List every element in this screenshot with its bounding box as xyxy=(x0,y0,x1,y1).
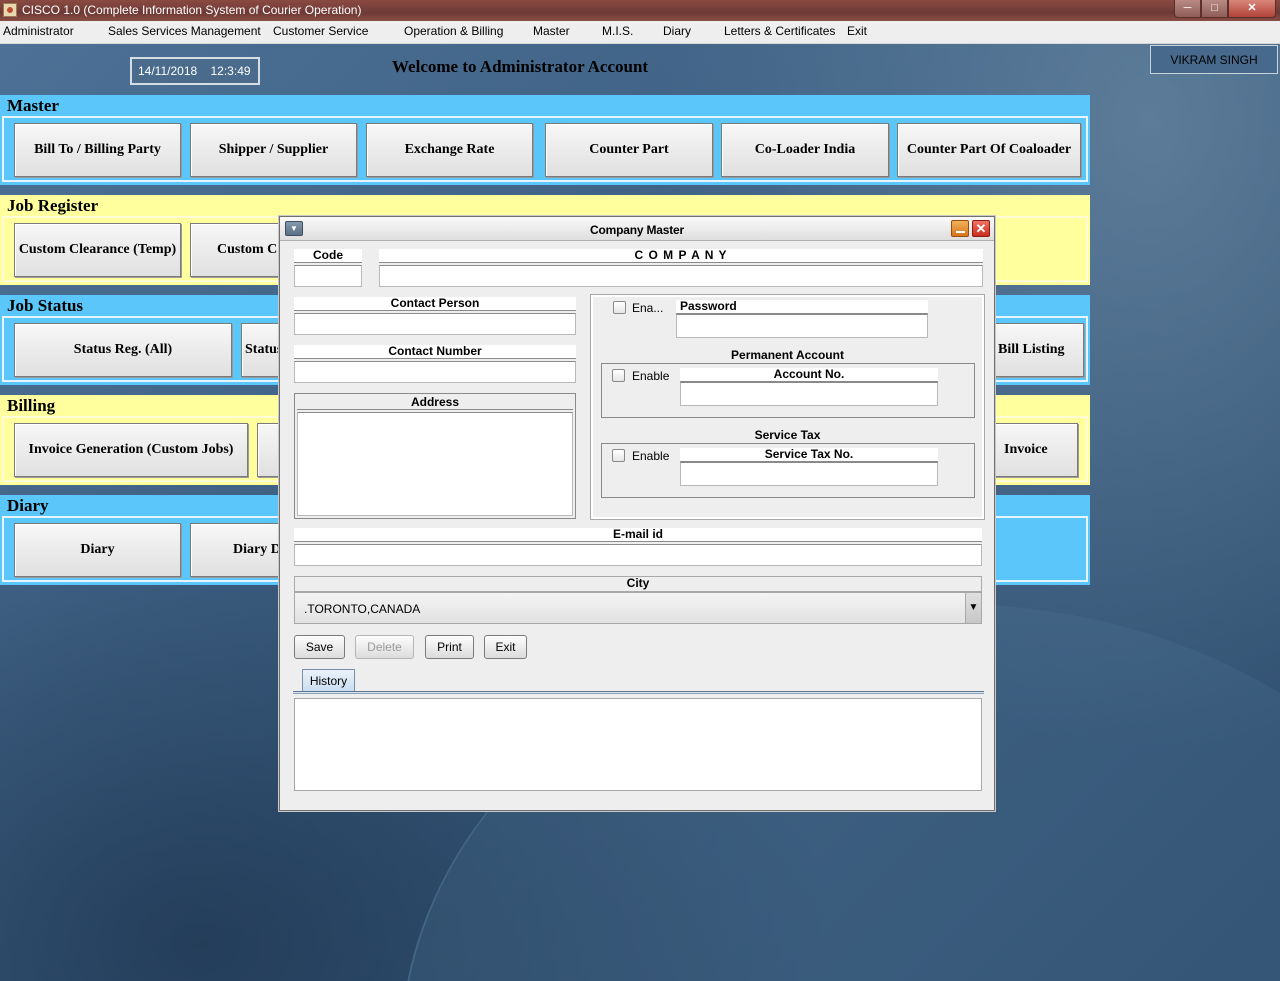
company-label: C O M P A N Y xyxy=(379,249,983,263)
dialog-title-bar[interactable]: ▼ Company Master ✕ xyxy=(280,217,994,241)
section-title: Billing xyxy=(7,396,56,415)
email-field[interactable] xyxy=(294,544,982,566)
contact-number-field[interactable] xyxy=(294,361,576,383)
print-button[interactable]: Print xyxy=(425,635,474,659)
permanent-account-enable-checkbox[interactable] xyxy=(612,369,625,382)
bill-to-billing-party-button[interactable]: Bill To / Billing Party xyxy=(14,123,181,177)
menu-exit[interactable]: Exit xyxy=(847,24,867,38)
history-content xyxy=(294,698,982,791)
code-field[interactable] xyxy=(294,265,362,287)
city-select[interactable]: .TORONTO,CANADA ▼ xyxy=(294,592,982,624)
invoice-button[interactable]: Invoice xyxy=(989,423,1078,477)
app-title-bar: CISCO 1.0 (Complete Information System o… xyxy=(0,0,1280,21)
account-settings-panel: Ena... Password Permanent Account Enable… xyxy=(590,294,985,520)
permanent-account-enable-label: Enable xyxy=(632,369,670,383)
custom-clearance-temp-button[interactable]: Custom Clearance (Temp) xyxy=(14,223,181,277)
menu-master[interactable]: Master xyxy=(533,24,570,38)
section-title: Job Status xyxy=(7,296,84,315)
exchange-rate-button[interactable]: Exchange Rate xyxy=(366,123,533,177)
contact-person-field[interactable] xyxy=(294,313,576,335)
account-no-field[interactable] xyxy=(680,382,938,406)
menu-operation-billing[interactable]: Operation & Billing xyxy=(404,24,503,38)
company-field[interactable] xyxy=(379,265,983,287)
date-time-display: 14/11/2018 12:3:49 xyxy=(130,57,260,85)
password-field[interactable] xyxy=(676,314,928,338)
close-window-button[interactable]: ✕ xyxy=(1228,0,1276,18)
menu-letters-certificates[interactable]: Letters & Certificates xyxy=(724,24,835,38)
permanent-account-title: Permanent Account xyxy=(731,348,844,362)
service-tax-no-label: Service Tax No. xyxy=(680,448,938,462)
tab-history[interactable]: History xyxy=(302,669,355,692)
service-tax-enable-label: Enable xyxy=(632,449,670,463)
section-title: Master xyxy=(7,96,59,115)
city-selected-value: .TORONTO,CANADA xyxy=(304,602,421,616)
dialog-title: Company Master xyxy=(590,223,684,237)
minimize-button[interactable]: ─ xyxy=(1174,0,1201,18)
shipper-supplier-button[interactable]: Shipper / Supplier xyxy=(190,123,357,177)
co-loader-india-button[interactable]: Co-Loader India xyxy=(721,123,889,177)
code-label: Code xyxy=(294,249,362,263)
status-reg-all-button[interactable]: Status Reg. (All) xyxy=(14,323,232,377)
section-master: Master Bill To / Billing Party Shipper /… xyxy=(0,95,1090,185)
menu-diary[interactable]: Diary xyxy=(663,24,691,38)
menu-mis[interactable]: M.I.S. xyxy=(602,24,633,38)
password-enable-checkbox[interactable] xyxy=(613,301,626,314)
menu-sales-services-management[interactable]: Sales Services Management xyxy=(108,24,261,38)
contact-number-label: Contact Number xyxy=(294,345,576,359)
menu-customer-service[interactable]: Customer Service xyxy=(273,24,368,38)
section-title: Job Register xyxy=(7,196,99,215)
menu-administrator[interactable]: Administrator xyxy=(3,24,74,38)
password-enable-label: Ena... xyxy=(632,301,664,315)
bill-listing-button[interactable]: Bill Listing xyxy=(989,323,1084,377)
menu-bar: Administrator Sales Services Management … xyxy=(0,21,1280,44)
company-master-dialog: ▼ Company Master ✕ Code C O M P A N Y Co… xyxy=(279,216,995,811)
counter-part-coaloader-button[interactable]: Counter Part Of Coaloader xyxy=(897,123,1081,177)
dialog-close-icon[interactable]: ✕ xyxy=(972,220,990,237)
section-title: Diary xyxy=(7,496,49,515)
service-tax-group: Enable Service Tax No. xyxy=(601,443,975,498)
account-no-label: Account No. xyxy=(680,368,938,382)
address-label: Address xyxy=(297,396,573,410)
service-tax-no-field[interactable] xyxy=(680,462,938,486)
service-tax-title: Service Tax xyxy=(754,428,821,442)
exit-button[interactable]: Exit xyxy=(484,635,527,659)
address-panel: Address xyxy=(294,393,576,519)
chevron-down-icon[interactable]: ▼ xyxy=(965,593,981,623)
address-textarea[interactable] xyxy=(297,412,573,516)
password-label: Password xyxy=(676,300,928,314)
city-label: City xyxy=(294,576,982,592)
java-app-icon xyxy=(3,3,17,17)
service-tax-enable-checkbox[interactable] xyxy=(612,449,625,462)
welcome-heading: Welcome to Administrator Account xyxy=(392,57,649,76)
permanent-account-group: Enable Account No. xyxy=(601,363,975,418)
invoice-generation-custom-jobs-button[interactable]: Invoice Generation (Custom Jobs) xyxy=(14,423,248,477)
tab-divider xyxy=(293,691,984,694)
maximize-button[interactable]: □ xyxy=(1201,0,1228,18)
app-title: CISCO 1.0 (Complete Information System o… xyxy=(22,3,362,17)
logged-in-user: VIKRAM SINGH xyxy=(1150,45,1278,74)
email-label: E-mail id xyxy=(294,528,982,542)
dialog-minimize-icon[interactable] xyxy=(951,220,969,237)
save-button[interactable]: Save xyxy=(294,635,345,659)
counter-part-button[interactable]: Counter Part xyxy=(545,123,713,177)
diary-button[interactable]: Diary xyxy=(14,523,181,577)
contact-person-label: Contact Person xyxy=(294,297,576,311)
delete-button[interactable]: Delete xyxy=(355,635,414,659)
